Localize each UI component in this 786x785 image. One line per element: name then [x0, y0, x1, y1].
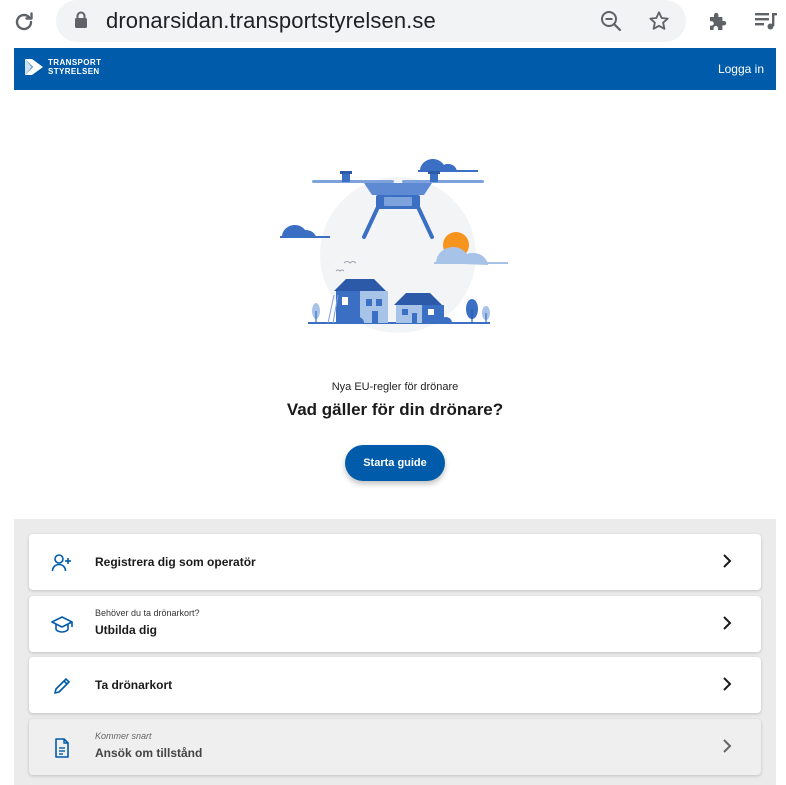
extensions-button[interactable] — [703, 6, 733, 36]
chevron-right-icon — [719, 553, 735, 569]
url-text[interactable]: dronarsidan.transportstyrelsen.se — [106, 8, 436, 34]
chevron-right-icon — [719, 615, 735, 631]
media-button[interactable] — [751, 6, 781, 36]
lock-icon — [74, 11, 88, 34]
zoom-out-icon — [601, 11, 622, 32]
login-link[interactable]: Logga in — [718, 62, 764, 76]
card-subtitle: Behöver du ta drönarkort? — [95, 608, 200, 618]
reload-button[interactable] — [8, 6, 40, 38]
reload-icon — [15, 12, 33, 31]
bookmark-button[interactable] — [644, 6, 674, 36]
card-drone-license[interactable]: Ta drönarkort — [29, 657, 761, 713]
browser-toolbar: dronarsidan.transportstyrelsen.se — [0, 0, 786, 48]
card-title: Ansök om tillstånd — [95, 746, 203, 760]
puzzle-icon — [710, 12, 727, 31]
playlist-music-icon — [755, 13, 777, 30]
card-education[interactable]: Behöver du ta drönarkort? Utbilda dig — [29, 596, 761, 652]
chevron-right-icon — [719, 676, 735, 692]
hero-eyebrow: Nya EU-regler för drönare — [331, 381, 459, 393]
logo-wordmark: TRANSPORT STYRELSEN — [48, 58, 102, 76]
chevron-right-icon — [719, 738, 735, 754]
card-register-operator[interactable]: Registrera dig som operatör — [29, 534, 761, 590]
card-apply-permit: Kommer snart Ansök om tillstånd — [29, 719, 761, 775]
add-user-icon — [51, 552, 73, 574]
logo-mark-icon — [25, 59, 43, 75]
page: TRANSPORT STYRELSEN Logga in Nya EU-regl… — [14, 48, 776, 785]
card-title: Utbilda dig — [95, 623, 157, 637]
star-icon — [649, 11, 669, 30]
pencil-icon — [51, 675, 73, 697]
card-title: Ta drönarkort — [95, 678, 173, 692]
site-header: TRANSPORT STYRELSEN Logga in — [14, 48, 776, 90]
document-icon — [51, 737, 73, 759]
graduation-cap-icon — [51, 614, 73, 636]
address-bar[interactable]: dronarsidan.transportstyrelsen.se — [56, 0, 686, 42]
zoom-button[interactable] — [596, 6, 626, 36]
transportstyrelsen-logo[interactable]: TRANSPORT STYRELSEN — [25, 58, 101, 76]
hero-headline: Vad gäller för din drönare? — [286, 400, 504, 419]
drone-illustration — [280, 159, 508, 333]
card-subtitle: Kommer snart — [95, 731, 152, 741]
card-title: Registrera dig som operatör — [95, 555, 256, 569]
hero-section: Nya EU-regler för drönare Vad gäller för… — [14, 90, 776, 519]
services-section: Registrera dig som operatör Behöver du t… — [14, 519, 776, 785]
start-guide-button[interactable]: Starta guide — [345, 445, 445, 481]
